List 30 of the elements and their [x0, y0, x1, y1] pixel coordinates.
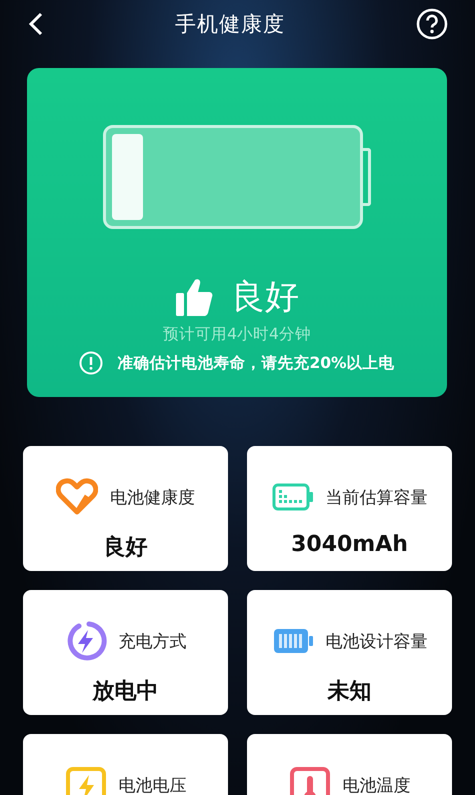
tile-label: 电池设计容量: [326, 630, 428, 652]
tile-label: 电池温度: [342, 774, 410, 795]
tile-value: 未知: [328, 678, 372, 706]
health-status: 良好: [231, 276, 299, 319]
battery-cells-icon: [272, 483, 314, 511]
battery-icon: [272, 627, 314, 655]
tile-label: 充电方式: [118, 630, 186, 652]
thermometer-icon: [288, 767, 330, 795]
tile-label: 电池健康度: [110, 486, 195, 508]
tile-label: 电池电压: [118, 774, 186, 795]
tile-value: 良好: [104, 534, 148, 562]
info-tile[interactable]: 电池温度: [247, 734, 452, 795]
info-tile[interactable]: 充电方式 放电中: [23, 590, 228, 715]
info-tile[interactable]: 电池电压: [23, 734, 228, 795]
estimated-time: 预计可用4小时4分钟: [163, 324, 311, 345]
back-icon[interactable]: [28, 12, 44, 36]
charge-notice: 准确估计电池寿命，请先充20%以上电: [117, 352, 395, 374]
info-tile[interactable]: 当前估算容量 3040mAh: [247, 446, 452, 571]
info-tile[interactable]: 电池健康度 良好: [23, 446, 228, 571]
lightning-circle-icon: [64, 620, 106, 662]
info-icon: [79, 351, 104, 375]
tile-value: 放电中: [92, 678, 158, 706]
tile-label: 当前估算容量: [326, 486, 428, 508]
thumbs-up-icon: [175, 277, 215, 317]
lightning-icon: [64, 767, 106, 795]
info-tile[interactable]: 电池设计容量 未知: [247, 590, 452, 715]
heart-icon: [56, 478, 98, 516]
tile-value: 3040mAh: [291, 532, 408, 557]
help-icon[interactable]: [416, 8, 448, 40]
page-title: 手机健康度: [175, 11, 285, 38]
